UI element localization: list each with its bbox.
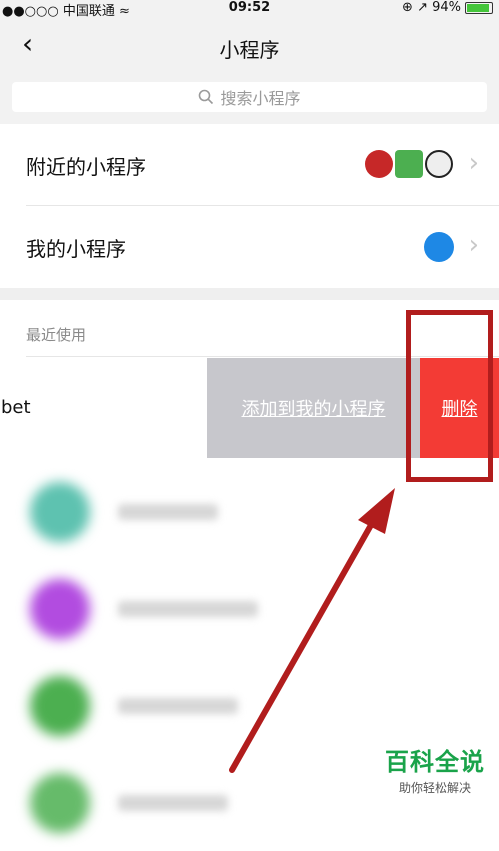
watermark: 百科全说 助你轻松解决 (385, 742, 485, 796)
annotation-arrow-icon (229, 488, 395, 773)
watermark-title: 百科全说 (385, 748, 485, 776)
watermark-subtitle: 助你轻松解决 (398, 781, 471, 795)
